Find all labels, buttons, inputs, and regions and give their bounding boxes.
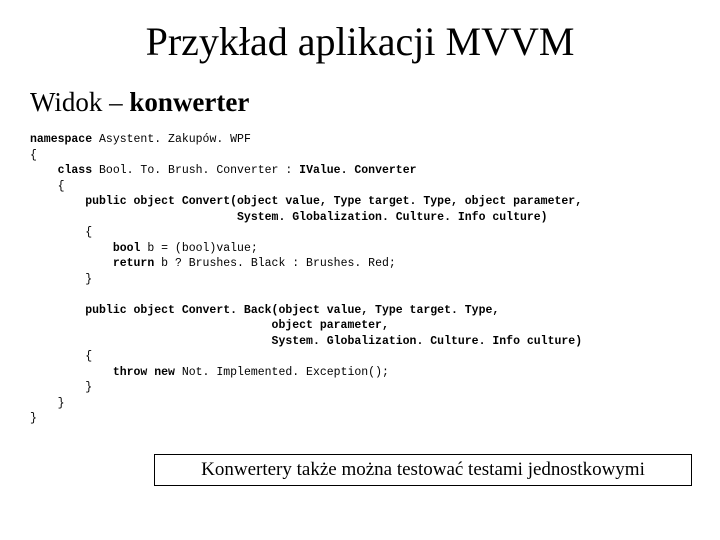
code-text: } (30, 397, 65, 410)
code-text: } (30, 412, 37, 425)
code-text: { (30, 180, 65, 193)
subtitle-bold: konwerter (129, 87, 249, 117)
code-text: { (30, 226, 92, 239)
slide-subtitle: Widok – konwerter (30, 87, 690, 118)
method-sig: System. Globalization. Culture. Info cul… (30, 335, 582, 348)
kw-namespace: namespace (30, 133, 92, 146)
callout-box: Konwertery także można testować testami … (154, 454, 692, 486)
method-sig: System. Globalization. Culture. Info cul… (30, 211, 548, 224)
type-name: IValue. Converter (299, 164, 416, 177)
code-block: namespace Asystent. Zakupów. WPF { class… (30, 132, 690, 427)
method-sig: public object Convert. Back(object value… (30, 304, 499, 317)
code-text: b = (bool)value; (140, 242, 257, 255)
code-text: } (30, 273, 92, 286)
code-text: } (30, 381, 92, 394)
method-sig: public object Convert(object value, Type… (30, 195, 582, 208)
slide-title: Przykład aplikacji MVVM (30, 18, 690, 65)
subtitle-plain: Widok – (30, 87, 129, 117)
code-text: Bool. To. Brush. Converter : (92, 164, 299, 177)
kw-bool: bool (30, 242, 140, 255)
kw-class: class (30, 164, 92, 177)
kw-throw-new: throw new (30, 366, 175, 379)
kw-return: return (30, 257, 154, 270)
code-text: b ? Brushes. Black : Brushes. Red; (154, 257, 396, 270)
code-text: Not. Implemented. Exception(); (175, 366, 389, 379)
code-text: { (30, 149, 37, 162)
method-sig: object parameter, (30, 319, 389, 332)
code-text: Asystent. Zakupów. WPF (92, 133, 251, 146)
code-text: { (30, 350, 92, 363)
